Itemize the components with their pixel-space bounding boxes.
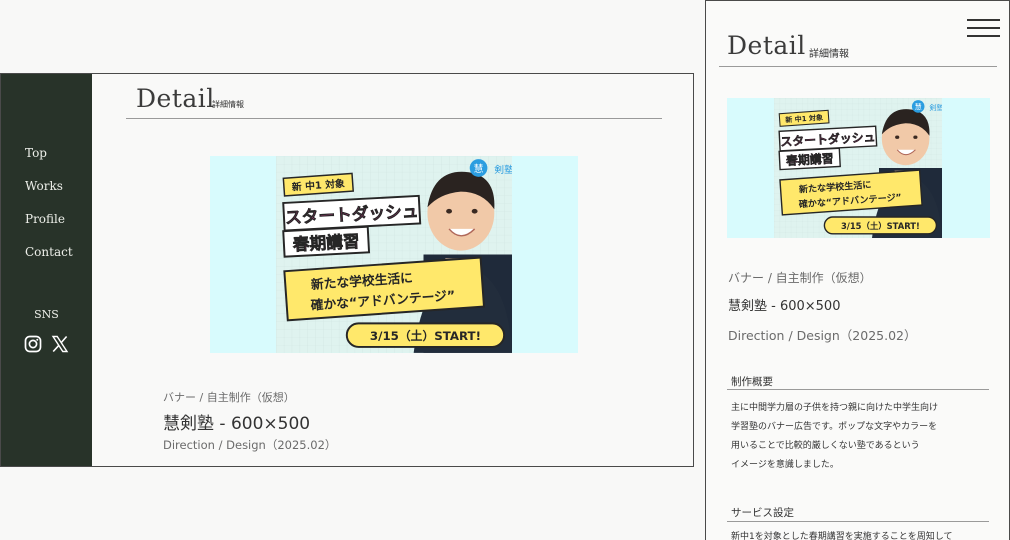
page-subtitle: 詳細情報	[212, 100, 244, 109]
overview-line: 学習塾のバナー広告です。ポップな文字やカラーを	[731, 422, 938, 432]
hamburger-menu-icon[interactable]	[967, 19, 1000, 37]
mobile-preview: Detail 詳細情報 慧 剣塾 新 中1 対象 スタートダッシュ 春期講習 新…	[705, 0, 1010, 540]
overview-line: 主に中間学力層の子供を持つ親に向けた中学生向け	[731, 403, 939, 413]
section-divider	[727, 521, 989, 522]
instagram-icon[interactable]	[24, 335, 42, 353]
section-divider	[727, 389, 989, 390]
section-heading-service: サービス設定	[731, 507, 794, 519]
banner-logo-mark: 慧	[474, 162, 484, 175]
banner-start-date: 3/15（土）START!	[841, 221, 920, 231]
sidebar: Top Works Profile Contact SNS	[1, 74, 92, 466]
nav-item-top[interactable]: Top	[25, 144, 73, 177]
banner-logo-text: 剣塾	[929, 103, 942, 112]
work-title: 慧剣塾 - 600×500	[728, 299, 841, 314]
sns-icons	[24, 335, 69, 353]
nav-item-contact[interactable]: Contact	[25, 243, 73, 276]
nav-item-works[interactable]: Works	[25, 177, 73, 210]
work-category: バナー / 自主制作（仮想）	[163, 391, 295, 404]
desktop-preview: Top Works Profile Contact SNS Detail 詳細情…	[0, 73, 694, 467]
banner-headline-2: 春期講習	[785, 152, 834, 169]
sidebar-nav: Top Works Profile Contact	[25, 144, 73, 276]
section-overview-text: 主に中間学力層の子供を持つ親に向けた中学生向け 学習塾のバナー広告です。ポップな…	[731, 399, 986, 475]
banner-start-date: 3/15（土）START!	[370, 329, 481, 343]
title-divider	[719, 66, 997, 67]
overview-line: 用いることで比較的厳しくない塾であるという	[731, 441, 920, 451]
banner-image: 慧 剣塾 新 中1 対象 スタートダッシュ 春期講習 新たな学校生活に 確かな“…	[774, 98, 942, 238]
page-subtitle: 詳細情報	[809, 49, 849, 60]
nav-item-profile[interactable]: Profile	[25, 210, 73, 243]
section-service-text: 新中1を対象とした春期講習を実施することを周知して	[731, 532, 953, 540]
work-meta: Direction / Design（2025.02）	[163, 438, 337, 452]
x-icon[interactable]	[51, 335, 69, 353]
page-title: Detail	[727, 31, 806, 60]
page-title: Detail	[136, 84, 215, 113]
work-category: バナー / 自主制作（仮想）	[728, 271, 872, 285]
banner-logo-mark: 慧	[915, 102, 922, 111]
sns-label: SNS	[34, 308, 59, 321]
banner-image: 慧 剣塾 新 中1 対象 スタートダッシュ 春期講習 新たな学校生活に 確かな“…	[276, 156, 512, 353]
section-heading-overview: 制作概要	[731, 376, 773, 388]
overview-line: イメージを意識しました。	[731, 460, 839, 470]
work-meta: Direction / Design（2025.02）	[728, 328, 917, 343]
banner-headline-2: 春期講習	[292, 231, 360, 254]
desktop-main: Detail 詳細情報 慧 剣塾 新 中1 対象 スタートダッシュ 春期講習 新…	[92, 74, 693, 466]
banner-logo-text: 剣塾	[494, 163, 512, 176]
title-divider	[126, 118, 662, 119]
work-title: 慧剣塾 - 600×500	[163, 414, 311, 434]
